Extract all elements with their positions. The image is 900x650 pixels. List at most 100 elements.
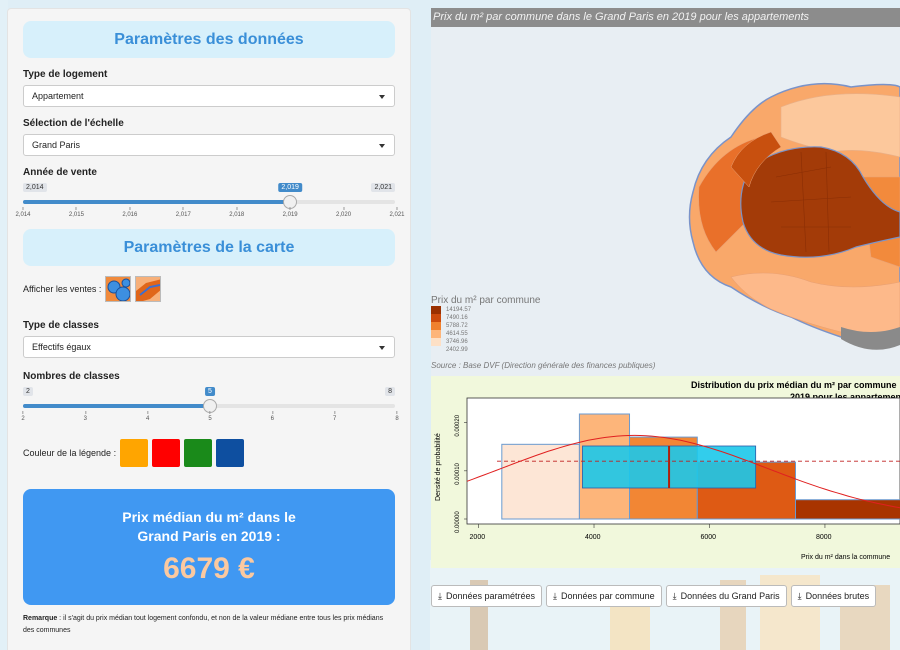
median-title-line2: Grand Paris en 2019 : [137,528,281,544]
slider-tick-label: 6 [270,416,274,422]
download-icon: ⤓ [438,590,442,601]
housing-type-select[interactable]: Appartement [23,85,395,107]
data-params-title: Paramètres des données [114,30,304,48]
class-slider-fill [23,404,210,408]
show-sales-row: Afficher les ventes : [23,276,395,302]
slider-tick-label: 3 [83,416,87,422]
housing-type-value: Appartement [32,91,84,101]
slider-tick: 2,017 [176,207,191,218]
download-icon: ⤓ [797,590,802,601]
year-slider[interactable]: 2,014 2,021 2,019 2,014 2,015 2,016 2,017 2,… [15,183,405,223]
slider-tick-label: 2,020 [336,212,352,218]
map-legend-row: 14194.57 [431,306,540,314]
map-legend-row: 4614.55 [431,330,540,338]
download-button-label: Données brutes [805,591,870,601]
class-type-select[interactable]: Effectifs égaux [23,336,395,358]
slider-tick-label: 2,019 [282,212,298,218]
chevron-down-icon [379,144,385,148]
choropleth-map-icon [136,279,161,301]
map-legend-swatch [431,346,441,354]
download-button-label: Données par commune [561,591,655,601]
download-button-label: Données paramétrées [445,591,536,601]
map-legend-swatch [431,322,441,330]
legend-color-options [116,439,245,467]
slider-tick-line [182,207,184,210]
slider-tick: 4 [146,411,149,422]
histogram-bar [501,443,580,520]
scale-select[interactable]: Grand Paris [23,134,395,156]
scale-value: Grand Paris [32,140,81,150]
scale-label: Sélection de l'échelle [23,118,124,129]
year-label: Année de vente [23,167,97,178]
slider-tick-line [84,411,86,414]
slider-tick-label: 2,014 [15,212,31,218]
download-button[interactable]: ⤓ Données paramétrées [431,585,543,607]
legend-color-option[interactable] [216,439,245,467]
slider-tick: 2,018 [229,207,244,218]
chevron-down-icon [379,95,385,99]
slider-tick: 3 [84,411,87,422]
x-tick-label: 4000 [585,534,601,541]
median-price-box: Prix médian du m² dans le Grand Paris en… [23,489,395,605]
x-tick-label: 8000 [816,534,832,541]
slider-tick: 6 [271,411,274,422]
map-legend-row: 2402.99 [431,346,540,354]
legend-color-option[interactable] [120,439,149,467]
year-slider-min: 2,014 [23,183,47,192]
chart-title: Distribution du prix médian du m² par co… [691,380,897,390]
class-type-label: Type de classes [23,320,99,331]
distribution-chart-panel: Distribution du prix médian du m² par co… [431,376,900,568]
slider-tick: 8 [395,411,399,422]
class-slider-min: 2 [23,387,33,396]
map-legend-swatch [431,338,441,346]
slider-tick: 2,019 [283,207,298,218]
slider-tick-line [334,411,336,414]
slider-tick-label: 2 [21,416,25,422]
year-slider-ticks: 2,014 2,015 2,016 2,017 2,018 2,019 2,020 2,021 [15,207,405,221]
download-button[interactable]: ⤓ Données du Grand Paris [665,585,787,607]
slider-tick-line [271,411,273,414]
slider-tick-line [22,207,24,210]
slider-tick-line [396,207,398,210]
map-legend-row: 5788.72 [431,322,540,330]
slider-tick-line [129,207,131,210]
slider-tick-label: 7 [332,416,337,422]
class-slider-ticks: 2 3 4 5 6 7 8 [21,411,399,425]
choropleth-map-toggle[interactable] [135,276,162,302]
download-button[interactable]: ⤓ Données par commune [546,585,662,607]
map-legend: Prix du m² par commune 14194.57 7490.16 57… [431,295,540,354]
class-count-slider[interactable]: 2 8 5 2 3 4 5 6 7 8 [21,387,399,427]
points-map-toggle[interactable] [105,276,132,302]
show-sales-label: Afficher les ventes : [23,284,102,294]
remark-note: Remarque : il s'agit du prix médian tout… [23,613,395,637]
slider-tick-label: 2,016 [122,212,138,218]
slider-tick-line [22,411,24,414]
median-price-value: 6679 € [163,552,255,585]
y-tick-label: 0.00010 [455,462,461,484]
overlay-box [582,445,670,489]
slider-tick: 5 [208,411,212,422]
map-legend-value: 3746.96 [446,339,468,345]
map-legend-rows: 14194.57 7490.16 5788.72 4614.55 3746.96 2402… [431,306,540,354]
map-legend-swatch [431,314,441,322]
download-icon: ⤓ [672,590,677,601]
map-legend-row: 7490.16 [431,314,540,322]
slider-tick-label: 2,018 [229,212,245,218]
points-map-icon [107,278,131,301]
slider-tick-label: 8 [395,416,399,422]
legend-color-option[interactable] [152,439,181,467]
map-legend-value: 7490.16 [446,315,468,321]
slider-tick: 2 [21,411,25,422]
map-legend-title: Prix du m² par commune [431,295,541,306]
slider-tick-label: 2,017 [175,212,191,218]
slider-tick: 2,015 [69,207,84,218]
download-button[interactable]: ⤓ Données brutes [790,585,877,607]
chart-ylabel: Densité de probabilité [435,433,442,501]
housing-type-label: Type de logement [23,69,108,80]
remark-bold: Remarque [23,615,58,622]
slider-tick-line [209,411,211,414]
remark-text: : il s'agit du prix médian tout logement… [23,615,384,634]
legend-color-option[interactable] [184,439,213,467]
slider-tick: 2,014 [15,207,31,218]
download-icon: ⤓ [553,590,558,601]
